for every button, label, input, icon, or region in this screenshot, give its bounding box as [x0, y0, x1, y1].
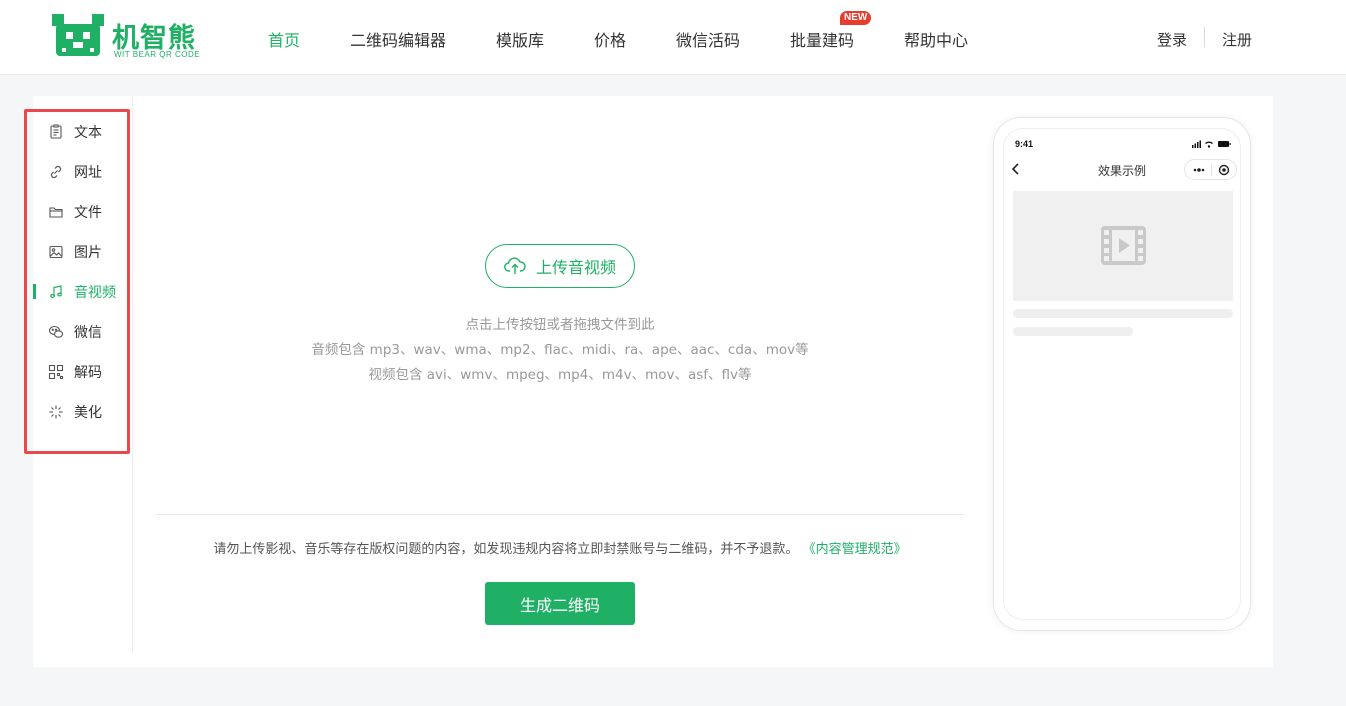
- sidebar-item-label: 音视频: [74, 285, 116, 301]
- bear-logo-icon: [52, 14, 104, 56]
- sidebar-item-label: 图片: [74, 245, 102, 261]
- qr-grid-icon: [48, 364, 64, 380]
- back-chevron-icon[interactable]: [1010, 162, 1022, 176]
- sidebar-item-image[interactable]: 图片: [48, 242, 102, 262]
- sidebar-item-label: 网址: [74, 165, 102, 181]
- image-icon: [49, 245, 63, 259]
- sidebar-item-label: 文本: [74, 125, 102, 141]
- nav-templates[interactable]: 模版库: [496, 27, 544, 51]
- sidebar-separator: [132, 96, 133, 652]
- nav-qr-editor[interactable]: 二维码编辑器: [350, 27, 446, 51]
- nav-pricing[interactable]: 价格: [594, 27, 626, 51]
- phone-status-time: 9:41: [1015, 139, 1034, 149]
- nav-home[interactable]: 首页: [268, 27, 300, 51]
- sidebar-item-decode[interactable]: 解码: [48, 362, 102, 382]
- text-skeleton-line: [1013, 327, 1133, 336]
- nav-help-center[interactable]: 帮助中心: [904, 27, 968, 51]
- media-placeholder: [1013, 191, 1233, 301]
- logo[interactable]: 机智熊 WIT BEAR QR CODE: [52, 14, 212, 62]
- nav-batch-create[interactable]: 批量建码: [790, 27, 854, 51]
- sidebar-item-url[interactable]: 网址: [48, 162, 102, 182]
- nav-wechat-live-code[interactable]: 微信活码: [676, 27, 740, 51]
- content-divider: [156, 514, 964, 515]
- sidebar-item-label: 美化: [74, 405, 102, 421]
- content-policy-link[interactable]: 《内容管理规范》: [803, 542, 907, 557]
- status-bar-icons: [1192, 140, 1231, 148]
- video-formats-hint: 视频包含 avi、wmv、mpeg、mp4、m4v、mov、asf、flv等: [368, 367, 752, 383]
- audio-formats-hint: 音频包含 mp3、wav、wma、mp2、flac、midi、ra、ape、aa…: [311, 342, 809, 358]
- sidebar-item-label: 微信: [74, 325, 102, 341]
- upload-hint: 点击上传按钮或者拖拽文件到此: [465, 317, 655, 333]
- top-header: 机智熊 WIT BEAR QR CODE 首页 二维码编辑器 模版库 价格 微信…: [0, 0, 1346, 75]
- upload-button-label: 上传音视频: [535, 258, 616, 277]
- sidebar-item-text[interactable]: 文本: [48, 122, 102, 142]
- miniprogram-capsule[interactable]: [1184, 159, 1237, 180]
- generate-qr-button[interactable]: 生成二维码: [485, 582, 635, 625]
- folder-icon: [49, 207, 63, 218]
- notice-text: 请勿上传影视、音乐等存在版权问题的内容，如发现违规内容将立即封禁账号与二维码，并…: [213, 542, 799, 557]
- active-indicator: [33, 284, 36, 299]
- more-dots-icon: [1193, 164, 1230, 176]
- sparkle-icon: [49, 405, 63, 419]
- new-badge: NEW: [840, 11, 872, 25]
- music-note-icon: [50, 285, 62, 299]
- link-icon: [50, 165, 62, 179]
- copyright-notice: 请勿上传影视、音乐等存在版权问题的内容，如发现违规内容将立即封禁账号与二维码，并…: [156, 538, 964, 557]
- upload-audio-video-button[interactable]: 上传音视频: [485, 244, 635, 288]
- sidebar-item-label: 文件: [74, 205, 102, 221]
- sidebar-item-label: 解码: [74, 365, 102, 381]
- video-film-icon: [1101, 226, 1146, 265]
- wechat-icon: [48, 325, 64, 338]
- login-link[interactable]: 登录: [1157, 29, 1187, 50]
- document-icon: [50, 124, 62, 139]
- sidebar-item-audio-video[interactable]: 音视频: [48, 282, 116, 302]
- register-link[interactable]: 注册: [1222, 29, 1252, 50]
- sidebar-item-file[interactable]: 文件: [48, 202, 102, 222]
- cloud-upload-icon: [504, 257, 526, 274]
- text-skeleton-line: [1013, 309, 1233, 318]
- logo-subtitle: WIT BEAR QR CODE: [114, 50, 201, 59]
- sidebar-item-wechat[interactable]: 微信: [48, 322, 102, 342]
- auth-divider: [1204, 27, 1205, 47]
- preview-title: 效果示例: [1097, 164, 1146, 178]
- sidebar-item-beautify[interactable]: 美化: [48, 402, 102, 422]
